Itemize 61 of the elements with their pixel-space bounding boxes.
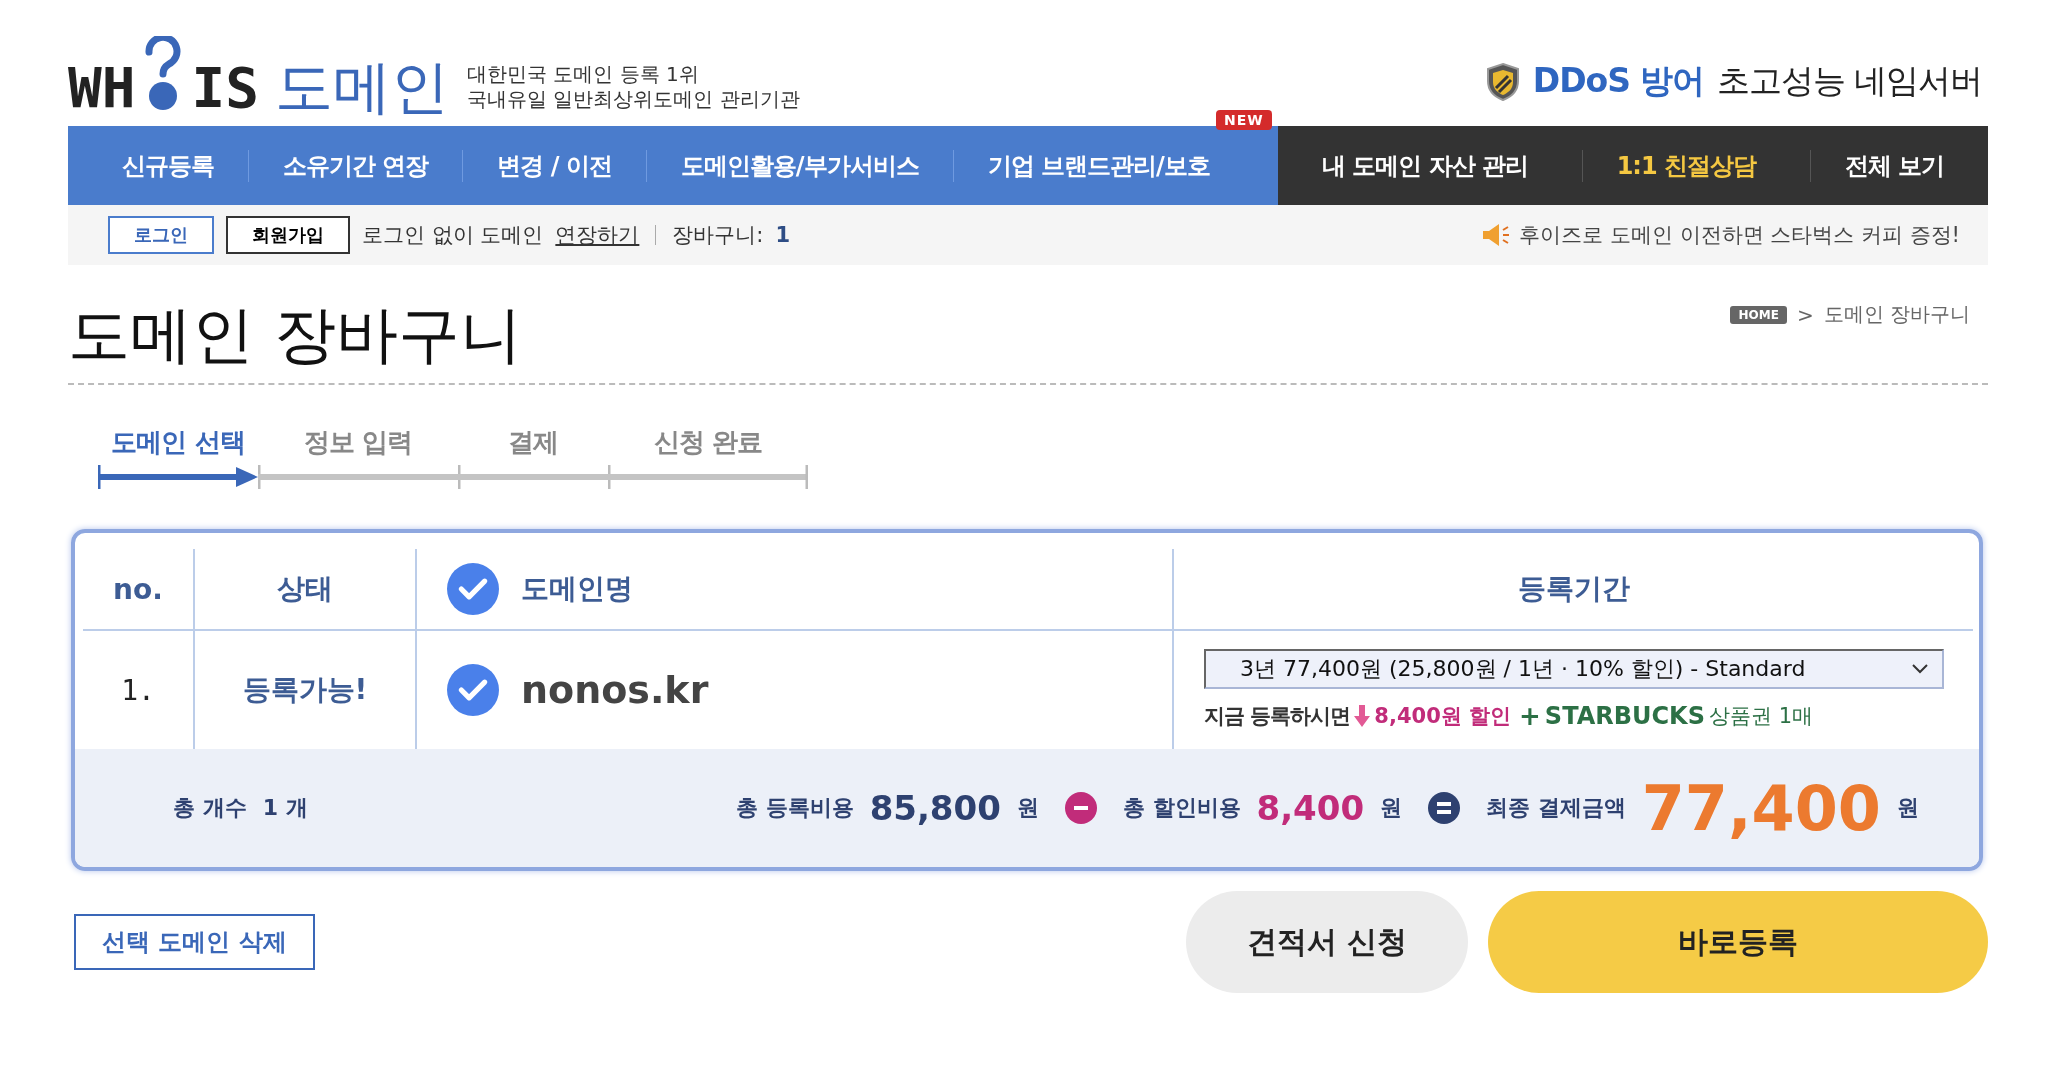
nav-item[interactable]: 소유기간 연장 <box>248 149 463 182</box>
logo-text: IS <box>191 60 259 116</box>
nav-item[interactable]: 내 도메인 자산 관리 <box>1287 149 1562 182</box>
nav-item[interactable]: 1:1 친절상담 <box>1581 149 1791 182</box>
nav-item[interactable]: 도메인활용/부가서비스 <box>645 149 953 182</box>
period-dropdown[interactable]: 3년 77,400원 (25,800원 / 1년 · 10% 할인) - Standard <box>1204 649 1944 689</box>
quote-button[interactable]: 견적서 신청 <box>1186 891 1468 993</box>
logo-word: 도메인 <box>274 58 449 116</box>
final-label: 최종 결제금액 <box>1486 794 1626 822</box>
megaphone-icon <box>1481 222 1512 248</box>
discount-value: 8,400 <box>1256 788 1365 828</box>
equals-icon <box>1428 792 1461 824</box>
column-header: 상태 <box>193 549 415 631</box>
gift-text: 상품권 1매 <box>1709 703 1814 730</box>
delete-button[interactable]: 선택 도메인 삭제 <box>74 914 315 970</box>
chevron-down-icon <box>1912 664 1928 674</box>
domain-name: nonos.kr <box>521 668 709 712</box>
renew-link[interactable]: 연장하기 <box>555 221 640 249</box>
currency-unit: 원 <box>1016 794 1039 822</box>
count-label: 총 개수 <box>173 794 247 822</box>
shield-icon <box>1484 61 1521 102</box>
nav-item[interactable]: 변경 / 이전 <box>462 149 646 182</box>
row-number: 1. <box>120 672 156 709</box>
ddos-highlight: DDoS 방어 <box>1532 60 1705 102</box>
column-header: 도메인명 <box>521 571 633 607</box>
breadcrumb-current: 도메인 장바구니 <box>1823 301 1970 328</box>
nav-item[interactable]: 신규등록 <box>88 149 248 182</box>
breadcrumb-separator: > <box>1796 302 1814 327</box>
count-value: 1 개 <box>262 794 308 822</box>
plus-sign: + <box>1519 701 1541 731</box>
total-label: 총 등록비용 <box>735 794 854 822</box>
promo-lead: 지금 등록하시면 <box>1204 703 1351 730</box>
page-title: 도메인 장바구니 <box>68 297 522 373</box>
tagline: 대한민국 도메인 등록 1위 <box>466 62 700 87</box>
new-badge: NEW <box>1216 109 1272 130</box>
login-button[interactable]: 로그인 <box>108 216 214 254</box>
register-button[interactable]: 바로등록 <box>1488 891 1988 993</box>
tagline: 국내유일 일반최상위도메인 관리기관 <box>466 87 800 112</box>
signup-button[interactable]: 회원가입 <box>226 216 350 254</box>
cart-label: 장바구니: <box>672 222 764 249</box>
cart-count: 1 <box>775 223 791 247</box>
down-arrow-icon <box>1354 705 1371 727</box>
total-value: 85,800 <box>869 788 1001 828</box>
ddos-text: 초고성능 네임서버 <box>1716 60 1982 102</box>
currency-unit: 원 <box>1380 794 1403 822</box>
final-value: 77,400 <box>1641 771 1881 845</box>
row-checkbox[interactable] <box>447 664 499 716</box>
discount-text: 8,400원 할인 <box>1374 703 1512 730</box>
logo-text: WH <box>68 60 136 116</box>
select-all-checkbox[interactable] <box>447 563 499 615</box>
currency-unit: 원 <box>1897 794 1919 822</box>
nav-item[interactable]: 전체 보기 <box>1809 149 1979 182</box>
minus-icon <box>1064 792 1097 824</box>
brand-text: STARBUCKS <box>1544 702 1705 730</box>
home-badge[interactable]: HOME <box>1730 305 1787 324</box>
column-header: 등록기간 <box>1172 549 1973 631</box>
note-text: 로그인 없이 도메인 <box>362 222 544 249</box>
promo-text[interactable]: 후이즈로 도메인 이전하면 스타벅스 커피 증정! <box>1519 221 1960 249</box>
question-mark-icon <box>143 36 184 112</box>
column-header: no. <box>83 549 193 631</box>
discount-label: 총 할인비용 <box>1122 794 1241 822</box>
